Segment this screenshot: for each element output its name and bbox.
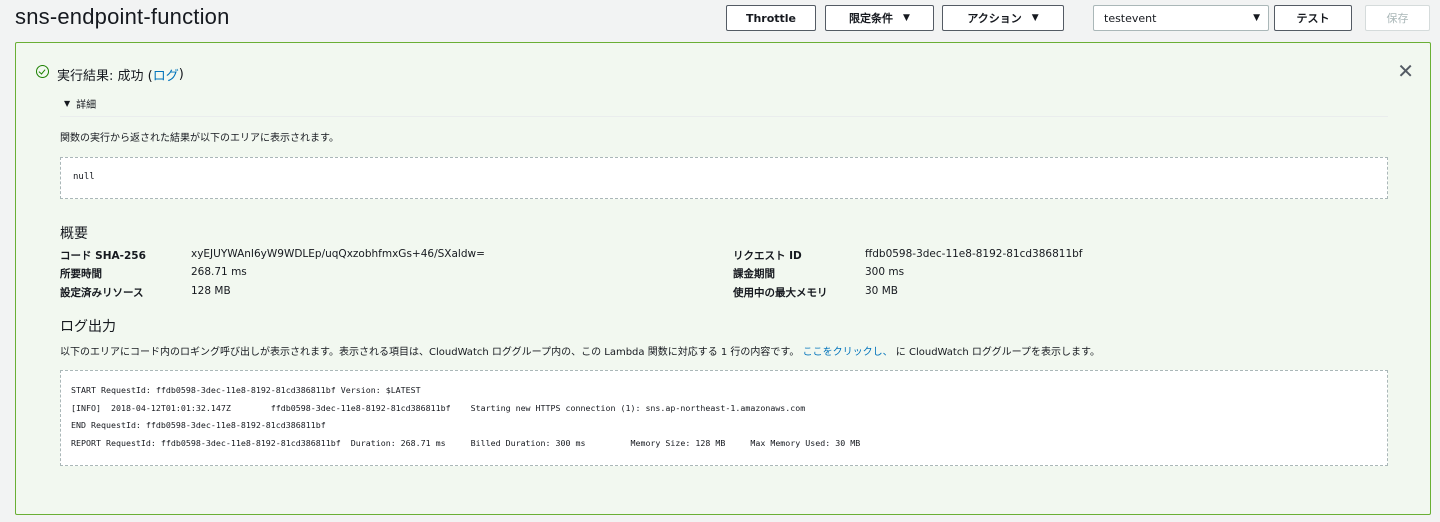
throttle-button-label: Throttle: [745, 11, 797, 25]
log-description-text: に CloudWatch ロググループを表示します。: [895, 347, 1101, 358]
summary-row: 設定済みリソース 128 MB: [60, 285, 231, 300]
summary-value: 268.71 ms: [191, 266, 247, 278]
log-line: [INFO] 2018-04-12T01:01:32.147Z ffdb0598…: [71, 402, 806, 413]
caret-down-icon: ▼: [1253, 13, 1260, 23]
actions-button-label: アクション: [967, 12, 1022, 25]
cloudwatch-link[interactable]: ここをクリックし、: [803, 347, 893, 358]
log-output-title: ログ出力: [60, 319, 116, 335]
test-button-label: テスト: [1296, 12, 1330, 25]
function-title: sns-endpoint-function: [15, 4, 230, 29]
summary-value: 30 MB: [865, 285, 898, 297]
log-output-box: START RequestId: ffdb0598-3dec-11e8-8192…: [60, 370, 1388, 466]
summary-row: 所要時間 268.71 ms: [60, 266, 247, 281]
save-button[interactable]: 保存: [1365, 5, 1430, 31]
summary-row: コード SHA-256 xyEJUYWAnI6yW9WDLEp/uqQxzobh…: [60, 248, 485, 263]
actions-dropdown-button[interactable]: アクション ▼: [942, 5, 1064, 31]
log-line: END RequestId: ffdb0598-3dec-11e8-8192-8…: [71, 420, 326, 430]
result-description: 関数の実行から返された結果が以下のエリアに表示されます。: [60, 133, 339, 144]
caret-down-icon: ▼: [903, 13, 910, 23]
qualifier-button-label: 限定条件: [849, 12, 894, 25]
test-button[interactable]: テスト: [1274, 5, 1352, 31]
log-output-description: 以下のエリアにコード内のロギング呼び出しが表示されます。表示される項目は、Clo…: [60, 343, 1100, 358]
summary-title: 概要: [60, 226, 88, 242]
test-event-select[interactable]: testevent ▼: [1093, 5, 1269, 31]
throttle-button[interactable]: Throttle: [726, 5, 816, 31]
summary-key: 設定済みリソース: [60, 287, 144, 299]
save-button-label: 保存: [1386, 12, 1409, 25]
summary-row: 課金期間 300 ms: [733, 266, 904, 281]
result-output-box: null: [60, 157, 1388, 199]
log-link[interactable]: ログ: [153, 65, 179, 84]
summary-row: 使用中の最大メモリ 30 MB: [733, 285, 898, 300]
summary-value: ffdb0598-3dec-11e8-8192-81cd386811bf: [865, 248, 1083, 260]
summary-value: 300 ms: [865, 266, 905, 278]
log-line: START RequestId: ffdb0598-3dec-11e8-8192…: [71, 385, 421, 395]
log-description-text: 以下のエリアにコード内のロギング呼び出しが表示されます。表示される項目は、Clo…: [60, 347, 800, 358]
execution-result-panel: 実行結果: 成功 ( ログ ) ✕ ▼ 詳細 関数の実行から返された結果が以下の…: [15, 42, 1431, 515]
summary-key: 所要時間: [60, 268, 102, 280]
triangle-down-icon: ▼: [64, 99, 71, 108]
summary-key: リクエスト ID: [733, 250, 802, 262]
log-line: REPORT RequestId: ffdb0598-3dec-11e8-819…: [71, 437, 861, 448]
summary-key: コード SHA-256: [60, 250, 146, 262]
status-suffix: ): [178, 67, 184, 82]
qualifier-dropdown-button[interactable]: 限定条件 ▼: [825, 5, 934, 31]
success-check-icon: [36, 65, 49, 78]
top-bar: sns-endpoint-function Throttle 限定条件 ▼ アク…: [0, 0, 1440, 40]
details-label: 詳細: [76, 100, 97, 111]
divider: [60, 116, 1388, 117]
details-toggle[interactable]: ▼ 詳細: [64, 96, 96, 111]
summary-row: リクエスト ID ffdb0598-3dec-11e8-8192-81cd386…: [733, 248, 1083, 263]
summary-value: 128 MB: [191, 285, 231, 297]
summary-value: xyEJUYWAnI6yW9WDLEp/uqQxzobhfmxGs+46/SXa…: [191, 248, 485, 260]
summary-key: 課金期間: [733, 268, 775, 280]
summary-key: 使用中の最大メモリ: [733, 287, 828, 299]
execution-status: 実行結果: 成功 ( ログ ): [36, 65, 184, 84]
caret-down-icon: ▼: [1031, 13, 1039, 23]
close-icon[interactable]: ✕: [1397, 59, 1414, 83]
status-prefix: 実行結果: 成功 (: [57, 69, 153, 84]
result-output-text: null: [73, 172, 95, 182]
test-event-selected-value: testevent: [1104, 11, 1157, 25]
